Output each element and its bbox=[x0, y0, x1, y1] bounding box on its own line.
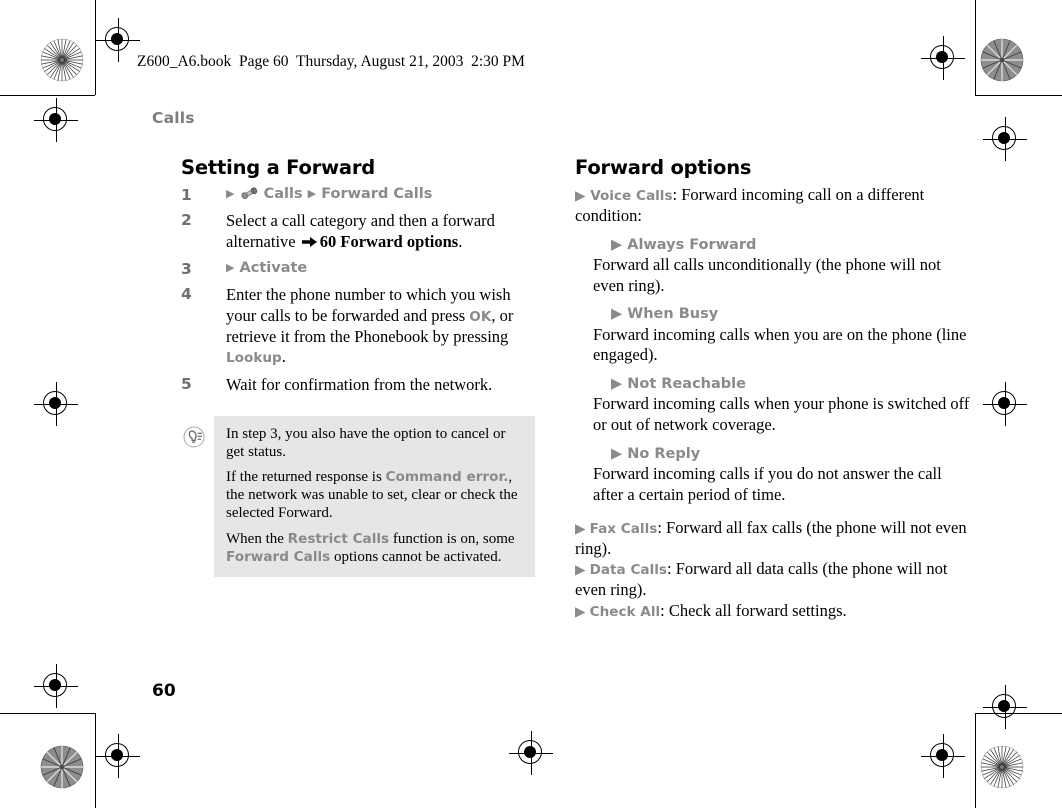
menu-arrow-icon: ▶ bbox=[226, 261, 235, 275]
option-fax-calls: ▶ Fax Calls: Forward all fax calls (the … bbox=[575, 518, 975, 560]
note-block: In step 3, you also have the option to c… bbox=[181, 415, 535, 578]
ui-term-ok: OK bbox=[469, 308, 492, 325]
step-text: . bbox=[281, 347, 286, 367]
other-forward-options: ▶ Fax Calls: Forward all fax calls (the … bbox=[575, 518, 975, 622]
bullet-arrow-icon: ▶ bbox=[575, 188, 591, 204]
condition-not-reachable: ▶ Not Reachable Forward incoming calls w… bbox=[575, 375, 975, 436]
tip-bulb-icon bbox=[183, 426, 205, 448]
ui-term-data-calls: Data Calls bbox=[589, 562, 668, 579]
cross-reference-link[interactable]: 60 Forward options bbox=[320, 232, 458, 251]
page-number: 60 bbox=[152, 681, 176, 701]
step-number: 2 bbox=[181, 210, 192, 229]
condition-heading: ▶ No Reply bbox=[611, 445, 975, 463]
registration-mark-center-left bbox=[34, 382, 78, 426]
condition-description: Forward incoming calls when you are on t… bbox=[593, 324, 967, 365]
crop-line-right-2 bbox=[975, 713, 976, 808]
note-paragraph-3: When the Restrict Calls function is on, … bbox=[226, 530, 523, 566]
option-description: : Check all forward settings. bbox=[660, 601, 847, 620]
condition-description: Forward incoming calls if you do not ans… bbox=[593, 464, 942, 505]
ui-term-check-all: Check All bbox=[589, 604, 661, 620]
right-column: Forward options ▶ Voice Calls: Forward i… bbox=[575, 156, 975, 622]
file-info-line: Z600_A6.book Page 60 Thursday, August 21… bbox=[137, 53, 525, 70]
menu-label-forward-calls: Forward Calls bbox=[321, 186, 433, 202]
step-text: Enter the phone number to which you wish… bbox=[226, 285, 511, 325]
bullet-arrow-icon: ▶ bbox=[575, 604, 586, 620]
registration-mark-lower-left bbox=[34, 664, 78, 708]
procedure-step-2: 2 Select a call category and then a forwa… bbox=[181, 211, 521, 252]
registration-mark-center-right bbox=[983, 382, 1027, 426]
menu-arrow-icon: ▶ bbox=[226, 187, 235, 200]
cross-reference-arrow-icon bbox=[301, 233, 317, 247]
ui-term-lookup: Lookup bbox=[226, 350, 282, 367]
step-number: 1 bbox=[181, 186, 192, 204]
condition-heading: ▶ When Busy bbox=[611, 305, 975, 323]
option-voice-calls: ▶ Voice Calls: Forward incoming call on … bbox=[575, 185, 975, 227]
procedure-step-list: 1 ▶ Calls ▶ Forward Calls 2 Select a cal… bbox=[181, 185, 521, 396]
registration-mark-mid-left bbox=[34, 98, 78, 142]
condition-name: When Busy bbox=[627, 306, 719, 323]
starburst-target-top-right bbox=[980, 38, 1024, 82]
note-body: In step 3, you also have the option to c… bbox=[214, 415, 535, 578]
crop-line-right bbox=[975, 0, 976, 95]
crop-line-bottom-right bbox=[975, 713, 1062, 714]
note-text: function is on, some bbox=[389, 530, 515, 547]
menu-label-calls: Calls bbox=[263, 186, 303, 202]
note-paragraph-2: If the returned response is Command erro… bbox=[226, 468, 523, 523]
condition-no-reply: ▶ No Reply Forward incoming calls if you… bbox=[575, 445, 975, 506]
crop-line-top-left bbox=[0, 95, 95, 96]
registration-mark-lower-right bbox=[983, 685, 1027, 729]
condition-name: Always Forward bbox=[627, 236, 757, 253]
note-text: When the bbox=[226, 530, 288, 547]
step-number: 4 bbox=[181, 285, 192, 304]
left-column: Setting a Forward 1 ▶ Calls ▶ Forward Ca… bbox=[181, 156, 535, 578]
bullet-arrow-icon: ▶ bbox=[575, 562, 586, 579]
note-paragraph-1: In step 3, you also have the option to c… bbox=[226, 425, 523, 461]
condition-description: Forward incoming calls when your phone i… bbox=[593, 394, 970, 435]
registration-mark-mid-right bbox=[983, 117, 1027, 161]
menu-label-activate: Activate bbox=[239, 260, 308, 277]
section-heading-forward-options: Forward options bbox=[575, 156, 752, 179]
procedure-step-4: 4 Enter the phone number to which you wis… bbox=[181, 285, 521, 368]
menu-arrow-icon-2: ▶ bbox=[307, 187, 317, 200]
starburst-target-bottom-right bbox=[980, 745, 1024, 789]
condition-name: Not Reachable bbox=[627, 376, 746, 393]
procedure-step-3: 3 ▶ Activate bbox=[181, 259, 521, 278]
step-text: Wait for confirmation from the network. bbox=[226, 374, 493, 394]
bullet-arrow-icon: ▶ bbox=[611, 236, 623, 253]
section-heading-setting-a-forward: Setting a Forward bbox=[181, 156, 376, 179]
ui-term-fax-calls: Fax Calls bbox=[589, 520, 658, 537]
bullet-arrow-icon: ▶ bbox=[611, 376, 623, 393]
step-number: 5 bbox=[181, 374, 192, 393]
procedure-step-5: 5 Wait for confirmation from the network. bbox=[181, 375, 521, 396]
bullet-arrow-icon: ▶ bbox=[611, 306, 623, 323]
starburst-target-bottom-left bbox=[40, 745, 84, 789]
handset-icon bbox=[241, 187, 258, 200]
condition-name: No Reply bbox=[627, 446, 701, 463]
condition-description: Forward all calls unconditionally (the p… bbox=[593, 254, 941, 295]
condition-heading: ▶ Always Forward bbox=[611, 236, 975, 254]
note-text: In step 3, you also have the option to c… bbox=[226, 425, 506, 460]
note-text: options cannot be activated. bbox=[330, 548, 502, 565]
option-check-all: ▶ Check All: Check all forward settings. bbox=[575, 601, 975, 622]
step-text-tail: . bbox=[458, 231, 463, 251]
option-data-calls: ▶ Data Calls: Forward all data calls (th… bbox=[575, 559, 975, 601]
running-head-chapter: Calls bbox=[152, 109, 195, 127]
ui-term-forward-calls: Forward Calls bbox=[226, 548, 331, 565]
step-number: 3 bbox=[181, 260, 192, 279]
ui-term-restrict-calls: Restrict Calls bbox=[287, 530, 390, 547]
condition-when-busy: ▶ When Busy Forward incoming calls when … bbox=[575, 305, 975, 366]
bullet-arrow-icon: ▶ bbox=[575, 520, 586, 537]
crop-line-top-right bbox=[975, 95, 1062, 96]
starburst-target-top-left bbox=[40, 38, 84, 82]
condition-heading: ▶ Not Reachable bbox=[611, 375, 975, 393]
condition-always-forward: ▶ Always Forward Forward all calls uncon… bbox=[575, 236, 975, 297]
ui-term-voice-calls: Voice Calls bbox=[590, 188, 673, 204]
note-text: If the returned response is bbox=[226, 469, 386, 486]
ui-term-command-error: Command error. bbox=[385, 469, 509, 486]
manual-page: Z600_A6.book Page 60 Thursday, August 21… bbox=[95, 0, 975, 808]
crop-line-bottom-left bbox=[0, 713, 95, 714]
procedure-step-1: 1 ▶ Calls ▶ Forward Calls bbox=[181, 185, 521, 204]
bullet-arrow-icon: ▶ bbox=[611, 446, 623, 463]
